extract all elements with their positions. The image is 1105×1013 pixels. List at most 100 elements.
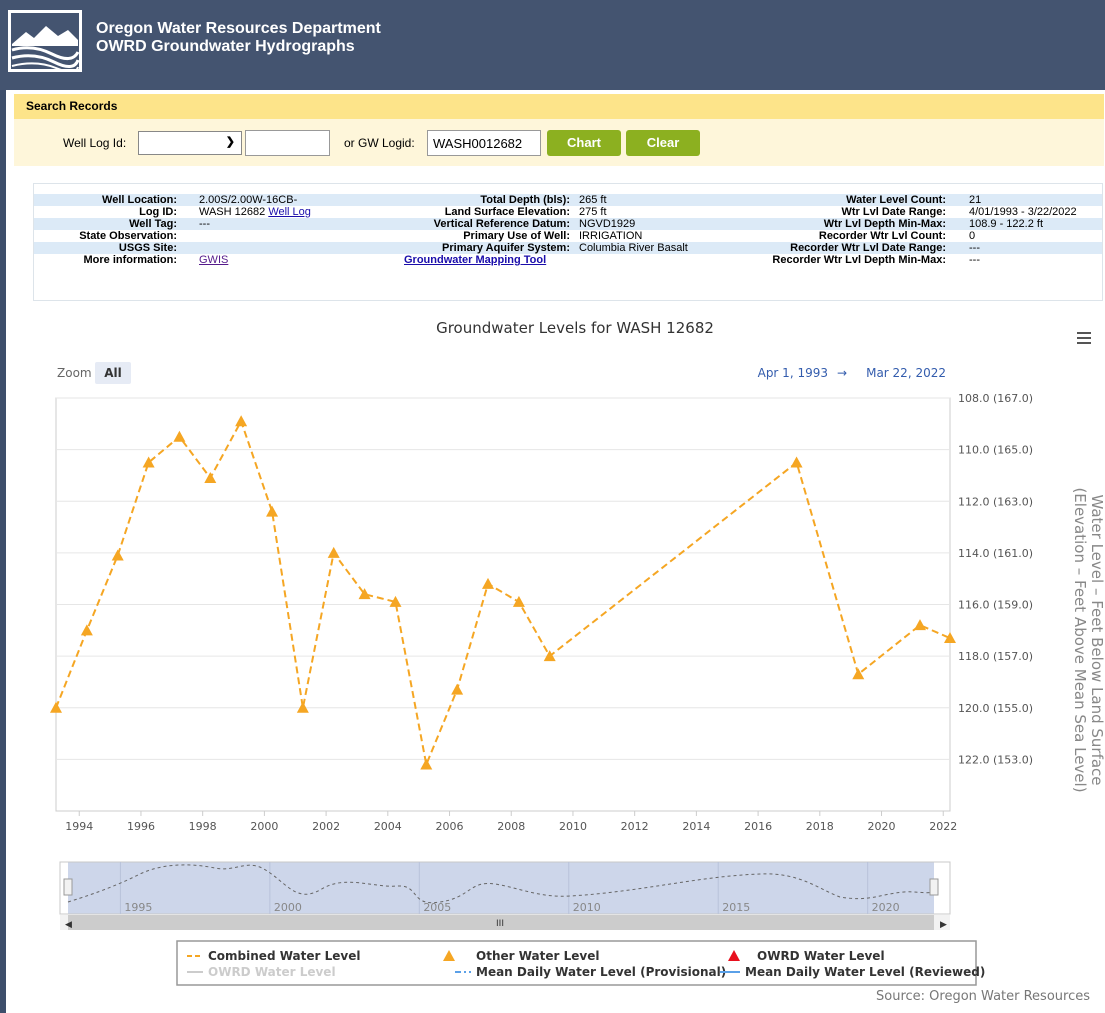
source-credit: Source: Oregon Water Resources <box>876 989 1090 1004</box>
info-label: Wtr Lvl Date Range: <box>841 206 946 218</box>
navigator-left-handle[interactable] <box>63 878 73 896</box>
info-row: USGS Site: Primary Aquifer System: Colum… <box>34 242 1102 254</box>
groundwater-mapping-tool-link[interactable]: Groundwater Mapping Tool <box>404 254 546 266</box>
search-row: Well Log Id: ❯ or GW Logid: Chart Clear <box>14 130 1104 156</box>
x-tick-label: 2000 <box>250 820 278 833</box>
x-tick-label: 2012 <box>621 820 649 833</box>
info-value: 4/01/1993 - 3/22/2022 <box>969 206 1077 218</box>
search-title: Search Records <box>14 94 1104 119</box>
info-row: Well Tag: --- Vertical Reference Datum: … <box>34 218 1102 230</box>
x-tick-label: 2022 <box>929 820 957 833</box>
x-tick-label: 2008 <box>497 820 525 833</box>
info-label: Recorder Wtr Lvl Count: <box>818 230 946 242</box>
y-tick-label: 108.0 (167.0) <box>958 392 1033 405</box>
x-tick-label: 2002 <box>312 820 340 833</box>
y-axis-title: Water Level – Feet Below Land Surface (E… <box>1071 487 1105 792</box>
info-label: Water Level Count: <box>846 194 946 206</box>
legend-owrd[interactable]: OWRD Water Level <box>757 949 885 963</box>
header-subtitle: OWRD Groundwater Hydrographs <box>96 38 355 55</box>
x-tick-label: 2014 <box>682 820 710 833</box>
y-tick-label: 122.0 (153.0) <box>958 753 1033 766</box>
navigator-tick-label: 2005 <box>423 901 451 914</box>
y-tick-label: 118.0 (157.0) <box>958 650 1033 663</box>
info-value: 21 <box>969 194 982 206</box>
info-value: 2.00S/2.00W-16CB- <box>199 194 298 206</box>
range-arrow: → <box>837 366 847 380</box>
clear-button[interactable]: Clear <box>626 130 700 156</box>
info-value: Columbia River Basalt <box>579 242 688 254</box>
info-label: Land Surface Elevation: <box>444 206 570 218</box>
navigator-selection[interactable] <box>68 862 934 914</box>
info-label: Log ID: <box>139 206 177 218</box>
scroll-left-icon[interactable]: ◀ <box>65 920 72 930</box>
info-value: 275 ft <box>579 206 607 218</box>
info-row: More information: GWIS Groundwater Mappi… <box>34 254 1102 266</box>
legend-reviewed[interactable]: Mean Daily Water Level (Reviewed) <box>745 965 985 979</box>
x-tick-label: 1998 <box>189 820 217 833</box>
info-value: --- <box>969 242 980 254</box>
scroll-right-icon[interactable]: ▶ <box>940 920 947 930</box>
well-info-table: Well Location: 2.00S/2.00W-16CB- Total D… <box>33 183 1103 301</box>
info-label: Recorder Wtr Lvl Date Range: <box>790 242 946 254</box>
zoom-label: Zoom <box>57 366 92 380</box>
x-tick-label: 2006 <box>436 820 464 833</box>
x-tick-label: 2004 <box>374 820 402 833</box>
x-tick-label: 1996 <box>127 820 155 833</box>
legend-provisional[interactable]: Mean Daily Water Level (Provisional) <box>476 965 726 979</box>
chart-title: Groundwater Levels for WASH 12682 <box>436 319 714 337</box>
range-from[interactable]: Apr 1, 1993 <box>758 366 828 380</box>
gw-logid-input[interactable] <box>427 130 541 156</box>
info-value: GWIS <box>199 254 228 266</box>
info-label: Wtr Lvl Depth Min-Max: <box>823 218 946 230</box>
info-label: Well Location: <box>102 194 177 206</box>
legend-owrd-line[interactable]: OWRD Water Level <box>208 965 336 979</box>
info-label: Well Tag: <box>129 218 177 230</box>
zoom-all-button[interactable]: All <box>104 366 122 380</box>
info-value: 108.9 - 122.2 ft <box>969 218 1043 230</box>
chart-button[interactable]: Chart <box>547 130 621 156</box>
info-label: State Observation: <box>79 230 177 242</box>
y-tick-label: 120.0 (155.0) <box>958 702 1033 715</box>
info-label: Primary Aquifer System: <box>442 242 570 254</box>
info-label: Vertical Reference Datum: <box>433 218 570 230</box>
gw-logid-label: or GW Logid: <box>344 136 415 150</box>
info-row: State Observation: Primary Use of Well: … <box>34 230 1102 242</box>
info-value: 0 <box>969 230 976 242</box>
logo-icon <box>8 10 82 72</box>
navigator-tick-label: 2010 <box>573 901 601 914</box>
gwis-link[interactable]: GWIS <box>199 254 228 266</box>
info-label: USGS Site: <box>118 242 177 254</box>
well-log-link[interactable]: Well Log <box>268 206 311 218</box>
x-tick-label: 1994 <box>65 820 93 833</box>
info-label: More information: <box>83 254 178 266</box>
navigator-right-handle[interactable] <box>929 878 939 896</box>
legend-combined[interactable]: Combined Water Level <box>208 949 360 963</box>
header-title: Oregon Water Resources Department <box>96 20 381 37</box>
well-log-id-select[interactable]: ❯ <box>138 131 242 155</box>
y-tick-label: 110.0 (165.0) <box>958 444 1033 457</box>
y-axis: 108.0 (167.0) 110.0 (165.0) 112.0 (163.0) 1… <box>958 392 1033 766</box>
navigator-tick-label: 2015 <box>722 901 750 914</box>
navigator-tick-label: 2000 <box>274 901 302 914</box>
info-label: Total Depth (bls): <box>480 194 570 206</box>
info-value: WASH 12682 Well Log <box>199 206 311 218</box>
page-header: Oregon Water Resources Department OWRD G… <box>0 0 1105 90</box>
info-value: IRRIGATION <box>579 230 643 242</box>
info-value: Groundwater Mapping Tool <box>404 254 546 266</box>
info-value: NGVD1929 <box>579 218 636 230</box>
hydrograph-chart: Groundwater Levels for WASH 12682 Zoom A… <box>50 319 1105 1004</box>
info-value: 265 ft <box>579 194 607 206</box>
x-tick-label: 2010 <box>559 820 587 833</box>
info-value: --- <box>969 254 980 266</box>
x-axis: 1994 1996 1998 2000 2002 2004 2006 2008 2010 2012… <box>65 811 957 833</box>
navigator-tick-label: 1995 <box>124 901 152 914</box>
info-row: Log ID: WASH 12682 Well Log Land Surface… <box>34 206 1102 218</box>
legend-other[interactable]: Other Water Level <box>476 949 599 963</box>
x-tick-label: 2016 <box>744 820 772 833</box>
y-tick-label: 112.0 (163.0) <box>958 495 1033 508</box>
log-id-value: WASH 12682 <box>199 206 266 218</box>
well-log-number-input[interactable] <box>245 130 330 156</box>
y-tick-label: 114.0 (161.0) <box>958 547 1033 560</box>
x-tick-label: 2020 <box>868 820 896 833</box>
range-to[interactable]: Mar 22, 2022 <box>866 366 946 380</box>
